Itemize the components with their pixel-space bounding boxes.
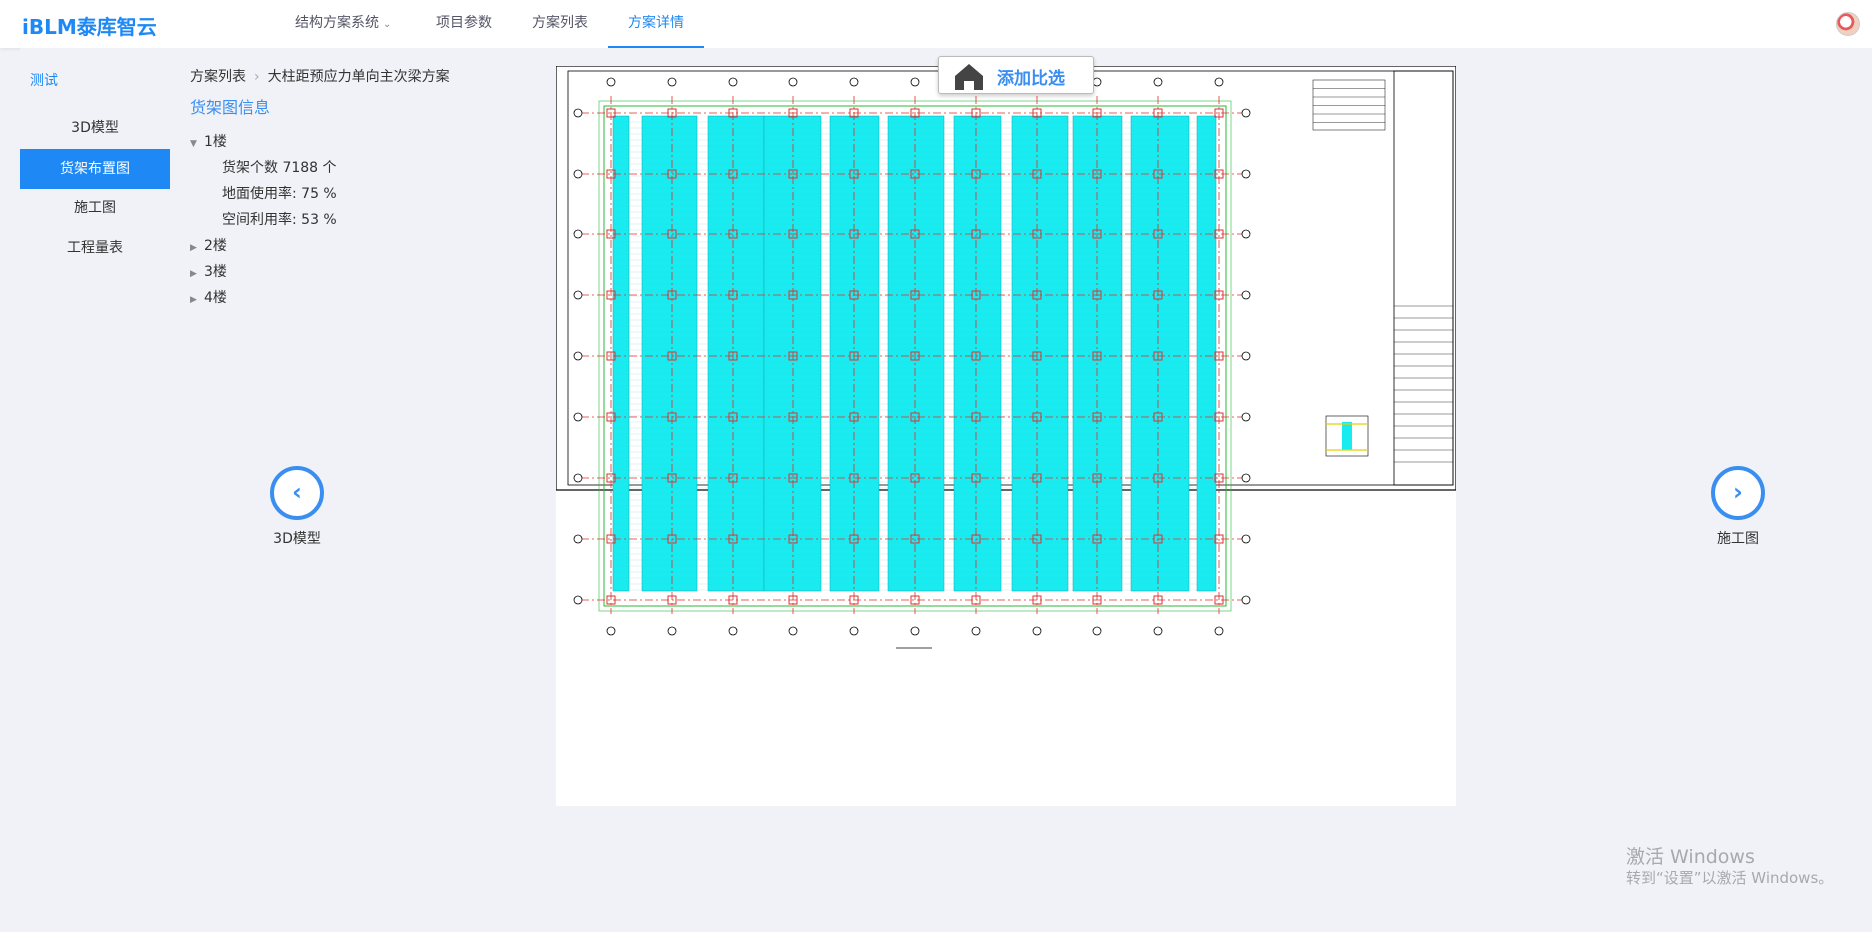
nav-project-params[interactable]: 项目参数 — [436, 0, 492, 48]
sidebar-item-rack-layout[interactable]: 货架布置图 — [20, 149, 170, 189]
caret-down-icon: ▼ — [190, 139, 197, 149]
axis-bubble — [849, 77, 859, 87]
nav-label: 结构方案系统 — [295, 15, 379, 31]
axis-bubble — [1153, 626, 1163, 636]
axis-bubble — [573, 169, 583, 179]
caret-right-icon: ▶ — [190, 243, 197, 253]
tree-floor-1[interactable]: ▼ 1楼 — [190, 131, 227, 151]
axis-bubble — [573, 412, 583, 422]
sidebar-item-quantity-table[interactable]: 工程量表 — [20, 228, 170, 268]
caret-right-icon: ▶ — [190, 269, 197, 279]
axis-bubble — [788, 626, 798, 636]
axis-bubble — [728, 77, 738, 87]
top-navbar: iBLM泰库智云 结构方案系统 ⌄ 项目参数 方案列表 方案详情 — [0, 0, 1872, 48]
sidebar: 测试 3D模型 货架布置图 施工图 工程量表 — [20, 48, 170, 932]
rack-block — [887, 115, 945, 592]
axis-bubble — [573, 351, 583, 361]
nav-structural-system[interactable]: 结构方案系统 ⌄ — [295, 0, 391, 48]
rack-block — [641, 115, 698, 592]
add-compare-label: 添加比选 — [997, 69, 1065, 89]
floor-usage-rate: 地面使用率: 75 % — [222, 186, 337, 202]
axis-bubble — [1241, 595, 1251, 605]
rack-block — [1130, 115, 1190, 592]
axis-bubble — [606, 626, 616, 636]
axis-bubble — [1214, 77, 1224, 87]
tree-floor-label: 4楼 — [204, 290, 227, 306]
axis-bubble — [788, 77, 798, 87]
axis-bubble — [1092, 626, 1102, 636]
brand-logo[interactable]: iBLM泰库智云 — [22, 11, 157, 40]
tree-floor-4[interactable]: ▶ 4楼 — [190, 287, 227, 307]
windows-watermark-title: 激活 Windows — [1626, 846, 1755, 868]
breadcrumb-current: 大柱距预应力单向主次梁方案 — [267, 69, 450, 85]
prev-label: 3D模型 — [273, 531, 321, 547]
tree-floor-label: 1楼 — [204, 134, 227, 150]
axis-bubble — [849, 626, 859, 636]
axis-bubble — [573, 290, 583, 300]
rack-block — [1072, 115, 1123, 592]
caret-right-icon: ▶ — [190, 295, 197, 305]
axis-bubble — [573, 473, 583, 483]
axis-bubble — [910, 626, 920, 636]
detail-view-rack — [1342, 422, 1352, 450]
axis-bubble — [1241, 169, 1251, 179]
rack-block — [1196, 115, 1217, 592]
tree-floor-2[interactable]: ▶ 2楼 — [190, 235, 227, 255]
axis-bubble — [910, 77, 920, 87]
sidebar-item-3d-model[interactable]: 3D模型 — [20, 108, 170, 148]
chevron-right-icon: › — [1733, 478, 1743, 506]
chevron-down-icon: ⌄ — [383, 19, 392, 30]
axis-bubble — [1241, 412, 1251, 422]
axis-bubble — [573, 229, 583, 239]
rack-block — [763, 115, 822, 592]
sidebar-item-construction-drawing[interactable]: 施工图 — [20, 188, 170, 228]
tree-floor-label: 2楼 — [204, 238, 227, 254]
axis-bubble — [573, 534, 583, 544]
breadcrumb-parent[interactable]: 方案列表 — [190, 69, 246, 85]
rack-block — [1011, 115, 1069, 592]
axis-bubble — [667, 626, 677, 636]
rack-block — [829, 115, 880, 592]
axis-bubble — [1241, 229, 1251, 239]
tree-floor-3[interactable]: ▶ 3楼 — [190, 261, 227, 281]
windows-watermark-subtitle: 转到“设置”以激活 Windows。 — [1626, 869, 1834, 887]
axis-bubble — [1214, 626, 1224, 636]
next-label: 施工图 — [1717, 531, 1759, 547]
add-compare-button[interactable]: 添加比选 — [938, 56, 1094, 94]
breadcrumb: 方案列表 › 大柱距预应力单向主次梁方案 — [190, 66, 450, 86]
nav-scheme-detail[interactable]: 方案详情 — [608, 0, 704, 48]
rack-block — [953, 115, 1002, 592]
rack-layout-drawing[interactable] — [555, 65, 1457, 806]
home-icon — [955, 64, 983, 90]
axis-bubble — [1241, 108, 1251, 118]
axis-bubble — [1241, 290, 1251, 300]
axis-bubble — [1241, 473, 1251, 483]
axis-bubble — [573, 595, 583, 605]
rack-count: 货架个数 7188 个 — [222, 160, 337, 176]
chevron-right-icon: › — [254, 69, 260, 85]
rack-info-title: 货架图信息 — [190, 98, 271, 117]
title-block — [1393, 70, 1454, 486]
axis-bubble — [1032, 626, 1042, 636]
tree-floor-label: 3楼 — [204, 264, 227, 280]
space-usage-rate: 空间利用率: 53 % — [222, 212, 337, 228]
axis-bubble — [1092, 77, 1102, 87]
rack-block — [707, 115, 765, 592]
next-button[interactable]: › — [1711, 466, 1765, 520]
sidebar-title: 测试 — [30, 73, 58, 89]
chevron-left-icon: ‹ — [292, 478, 302, 506]
axis-bubble — [1241, 534, 1251, 544]
axis-bubble — [667, 77, 677, 87]
axis-bubble — [728, 626, 738, 636]
axis-bubble — [606, 77, 616, 87]
axis-bubble — [971, 626, 981, 636]
axis-bubble — [1153, 77, 1163, 87]
drawing-svg — [555, 65, 1457, 649]
nav-scheme-list[interactable]: 方案列表 — [532, 0, 588, 48]
axis-bubble — [1241, 351, 1251, 361]
user-avatar[interactable] — [1836, 12, 1860, 36]
prev-button[interactable]: ‹ — [270, 466, 324, 520]
axis-bubble — [573, 108, 583, 118]
